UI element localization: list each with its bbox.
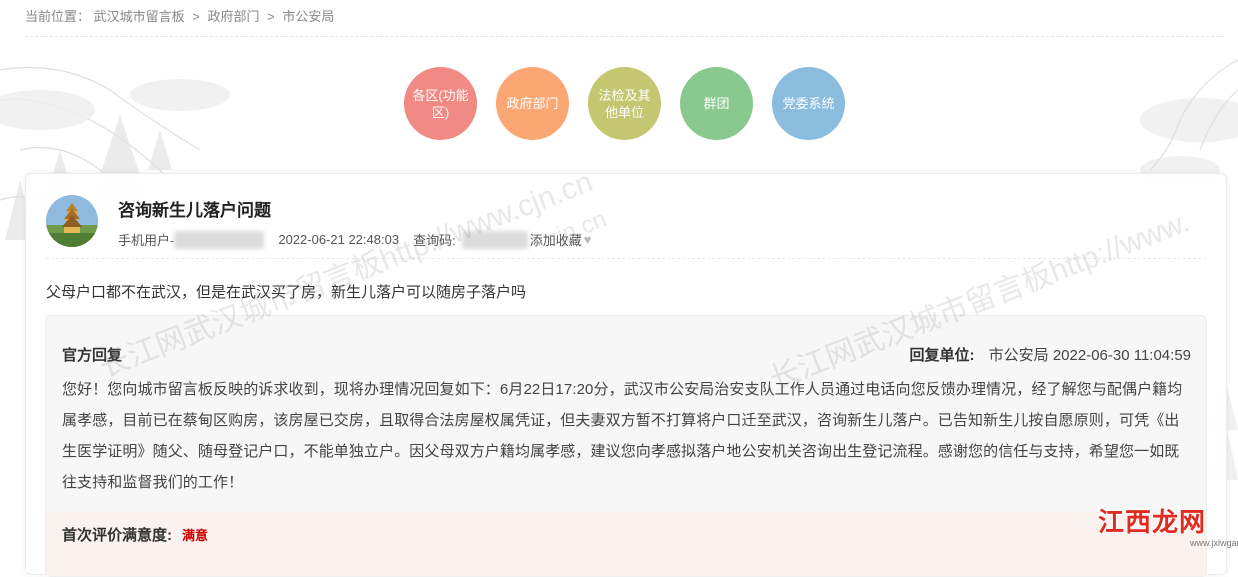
logo-url: www.jxlwgame.com (1190, 538, 1238, 548)
add-favorite-button[interactable]: 添加收藏 (530, 230, 582, 249)
evaluation-value: 满意 (182, 528, 209, 543)
reply-unit-label: 回复单位: (909, 347, 975, 364)
heart-icon[interactable]: ♥ (584, 232, 592, 247)
evaluation-label: 首次评价满意度: (62, 527, 172, 544)
reply-time: 2022-06-30 11:04:59 (1052, 347, 1191, 364)
site-logo: 江西龙网 (1098, 502, 1206, 539)
evaluation: 首次评价满意度: 满意 (62, 524, 208, 545)
card-divider (46, 258, 1206, 259)
category-groups-button[interactable]: 群团 (680, 67, 753, 140)
category-judicial-button[interactable]: 法检及其他单位 (588, 67, 661, 140)
breadcrumb-link-government[interactable]: 政府部门 (208, 9, 260, 24)
redacted-query-code (461, 230, 528, 249)
reply-unit: 市公安局 (988, 347, 1049, 364)
user-prefix: 手机用户- (118, 233, 175, 248)
logo-text: 江西龙网 (1098, 507, 1207, 537)
breadcrumb-link-board[interactable]: 武汉城市留言板 (94, 9, 185, 24)
message-title: 咨询新生儿落户问题 (118, 201, 271, 220)
redacted-user-id (174, 230, 265, 249)
breadcrumb-separator: > (267, 9, 275, 24)
category-government-button[interactable]: 政府部门 (496, 67, 569, 140)
reply-content: 您好！您向城市留言板反映的诉求收到，现将办理情况回复如下：6月22日17:20分… (62, 381, 1183, 491)
message-content: 父母户口都不在武汉，但是在武汉买了房，新生儿落户可以随房子落户吗 (46, 284, 527, 301)
reply-unit-info: 回复单位: 市公安局 2022-06-30 11:04:59 (909, 344, 1191, 365)
message-card: 咨询新生儿落户问题 手机用户- 2022-06-21 22:48:03 查询码:… (25, 173, 1227, 577)
category-nav: 各区(功能区) 政府部门 法检及其他单位 群团 党委系统 (404, 67, 864, 140)
breadcrumb-divider (25, 36, 1224, 37)
query-code-label: 查询码: (413, 233, 456, 248)
message-time: 2022-06-21 22:48:03 (278, 232, 400, 247)
avatar (46, 195, 98, 247)
reply-title: 官方回复 (62, 347, 123, 364)
breadcrumb-separator: > (192, 9, 200, 24)
message-meta: 手机用户- 2022-06-21 22:48:03 查询码: 添加收藏 ♥ (118, 230, 591, 249)
category-party-button[interactable]: 党委系统 (772, 67, 845, 140)
official-reply: 官方回复 回复单位: 市公安局 2022-06-30 11:04:59 您好！您… (45, 315, 1207, 577)
breadcrumb-prefix: 当前位置： (25, 9, 91, 24)
evaluation-bar: 首次评价满意度: 满意 (46, 512, 1206, 576)
breadcrumb-current[interactable]: 市公安局 (282, 9, 334, 24)
category-districts-button[interactable]: 各区(功能区) (404, 67, 477, 140)
breadcrumb: 当前位置： 武汉城市留言板 > 政府部门 > 市公安局 (25, 6, 334, 25)
